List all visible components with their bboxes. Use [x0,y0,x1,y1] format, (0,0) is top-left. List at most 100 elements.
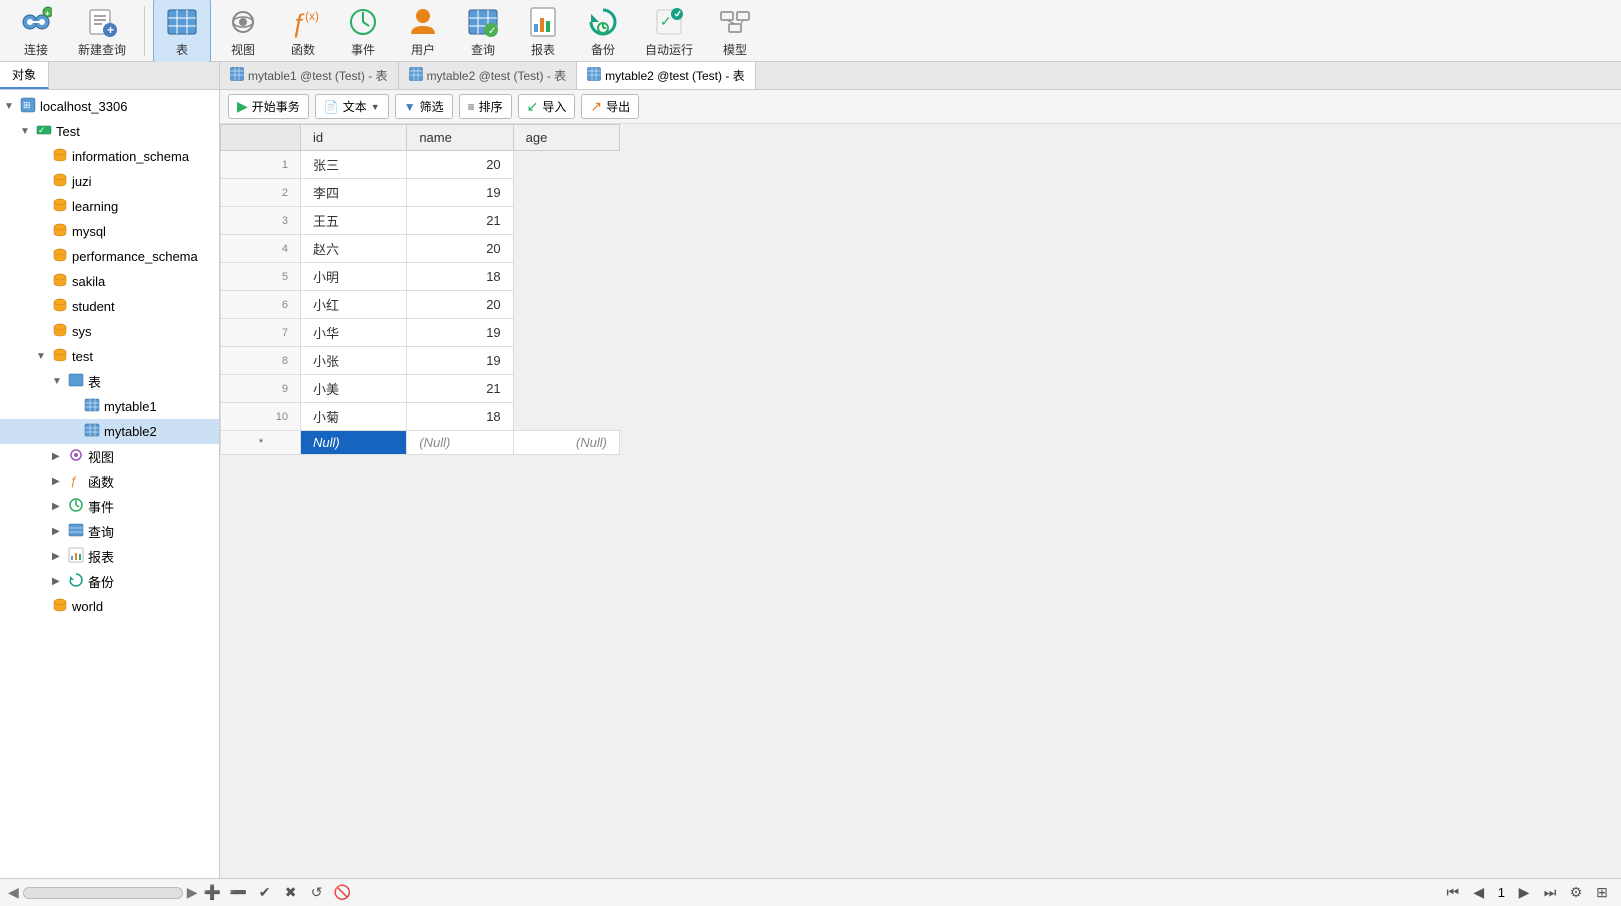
content-tab-icon-2 [587,67,601,84]
toolbar-function[interactable]: ƒ (x) 函数 [275,0,331,62]
btn-add-row[interactable]: ➕ [202,882,224,904]
cell-age-5[interactable]: 18 [407,263,513,291]
content-tab-0[interactable]: mytable1 @test (Test) - 表 [220,62,399,89]
content-tab-2[interactable]: mytable2 @test (Test) - 表 [577,62,756,89]
tree-item-juzi[interactable]: juzi [0,169,219,194]
btn-sort[interactable]: ≡ 排序 [459,94,512,119]
col-header-name[interactable]: name [407,125,513,151]
btn-next-page[interactable]: ▶ [1513,882,1535,904]
btn-import[interactable]: ↙ 导入 [518,94,576,119]
table-row[interactable]: 7小华19 [221,319,620,347]
toolbar-table[interactable]: 表 [153,0,211,63]
cell-name-3[interactable]: 王五 [301,207,407,235]
cell-name-10[interactable]: 小菊 [301,403,407,431]
tree-item-localhost_3306[interactable]: ▼⊞localhost_3306 [0,94,219,119]
toolbar-connect[interactable]: + 连接 [8,0,64,62]
tree-item-mytable1[interactable]: mytable1 [0,394,219,419]
btn-prev-page[interactable]: ◀ [1468,882,1490,904]
tree-item-视图[interactable]: ▶视图 [0,444,219,469]
cell-age-1[interactable]: 20 [407,151,513,179]
table-row[interactable]: 2李四19 [221,179,620,207]
cell-age-10[interactable]: 18 [407,403,513,431]
tree-item-performance_schema[interactable]: performance_schema [0,244,219,269]
cell-null-id[interactable]: Null) [301,431,407,455]
tree-item-Test[interactable]: ▼✓Test [0,119,219,144]
btn-last-page[interactable]: ⏭ [1539,882,1561,904]
btn-refresh[interactable]: ↺ [306,882,328,904]
tree-item-函数[interactable]: ▶ƒ函数 [0,469,219,494]
table-row[interactable]: 10小菊18 [221,403,620,431]
btn-confirm[interactable]: ✔ [254,882,276,904]
btn-export[interactable]: ↗ 导出 [581,94,639,119]
tree-item-learning[interactable]: learning [0,194,219,219]
tree-item-sys[interactable]: sys [0,319,219,344]
tree-item-mytable2[interactable]: mytable2 [0,419,219,444]
right-arrow-nav[interactable]: ▶ [187,884,198,901]
tree-item-information_schema[interactable]: information_schema [0,144,219,169]
cell-age-4[interactable]: 20 [407,235,513,263]
btn-text[interactable]: 📄 文本 ▼ [315,94,389,119]
horizontal-scrollbar[interactable] [23,887,183,899]
toolbar-view[interactable]: 视图 [215,0,271,62]
toolbar-user[interactable]: 用户 [395,0,451,62]
toolbar-event[interactable]: 事件 [335,0,391,62]
tree-item-查询[interactable]: ▶查询 [0,519,219,544]
cell-null-age[interactable]: (Null) [513,431,619,455]
btn-first-page[interactable]: ⏮ [1442,882,1464,904]
tree-item-world[interactable]: world [0,594,219,619]
table-row[interactable]: 3王五21 [221,207,620,235]
cell-name-6[interactable]: 小红 [301,291,407,319]
tree-item-mysql[interactable]: mysql [0,219,219,244]
table-row[interactable]: 4赵六20 [221,235,620,263]
tree-item-备份[interactable]: ▶备份 [0,569,219,594]
cell-null-name[interactable]: (Null) [407,431,513,455]
cell-name-9[interactable]: 小美 [301,375,407,403]
cell-name-1[interactable]: 张三 [301,151,407,179]
btn-begin-transaction[interactable]: ▶ 开始事务 [228,94,309,119]
btn-grid[interactable]: ⊞ [1591,882,1613,904]
cell-age-2[interactable]: 19 [407,179,513,207]
toolbar-newquery[interactable]: + 新建查询 [68,0,136,62]
btn-stop[interactable]: 🚫 [332,882,354,904]
toolbar-query[interactable]: ✓ 查询 [455,0,511,62]
table-row[interactable]: 1张三20 [221,151,620,179]
cell-name-7[interactable]: 小华 [301,319,407,347]
tree-item-报表[interactable]: ▶报表 [0,544,219,569]
btn-cancel-edit[interactable]: ✖ [280,882,302,904]
cell-age-9[interactable]: 21 [407,375,513,403]
cell-age-6[interactable]: 20 [407,291,513,319]
cell-age-8[interactable]: 19 [407,347,513,375]
table-row[interactable]: 9小美21 [221,375,620,403]
cell-rownum-7: 7 [221,319,301,347]
tree-item-事件[interactable]: ▶事件 [0,494,219,519]
sidebar-tab-objects[interactable]: 对象 [0,62,49,89]
tree-item-表[interactable]: ▼表 [0,369,219,394]
cell-age-7[interactable]: 19 [407,319,513,347]
toolbar-report[interactable]: 报表 [515,0,571,62]
col-header-id[interactable]: id [301,125,407,151]
toolbar-autorun[interactable]: ✓ 自动运行 [635,0,703,62]
table-row-null[interactable]: *Null)(Null)(Null) [221,431,620,455]
table-row[interactable]: 8小张19 [221,347,620,375]
table-row[interactable]: 6小红20 [221,291,620,319]
cell-name-8[interactable]: 小张 [301,347,407,375]
begin-transaction-icon: ▶ [237,98,248,115]
cell-name-4[interactable]: 赵六 [301,235,407,263]
btn-settings[interactable]: ⚙ [1565,882,1587,904]
text-icon: 📄 [324,100,339,114]
btn-filter[interactable]: ▼ 筛选 [395,94,453,119]
table-row[interactable]: 5小明18 [221,263,620,291]
col-header-age[interactable]: age [513,125,619,151]
begin-transaction-label: 开始事务 [252,98,300,115]
cell-name-5[interactable]: 小明 [301,263,407,291]
tree-item-sakila[interactable]: sakila [0,269,219,294]
tree-item-student[interactable]: student [0,294,219,319]
cell-age-3[interactable]: 21 [407,207,513,235]
btn-delete-row[interactable]: ➖ [228,882,250,904]
tree-item-test[interactable]: ▼test [0,344,219,369]
cell-name-2[interactable]: 李四 [301,179,407,207]
toolbar-model[interactable]: 模型 [707,0,763,62]
toolbar-backup[interactable]: 备份 [575,0,631,62]
left-arrow-nav[interactable]: ◀ [8,884,19,901]
content-tab-1[interactable]: mytable2 @test (Test) - 表 [399,62,578,89]
